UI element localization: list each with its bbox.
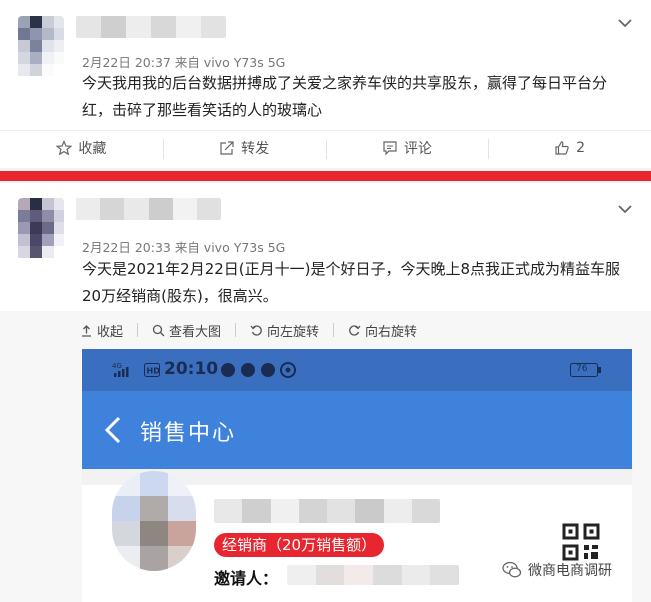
view-large-button[interactable]: 查看大图: [152, 321, 221, 340]
zoom-icon: [152, 324, 165, 336]
rotate-right-label: 向右旋转: [365, 324, 418, 340]
chevron-down-icon[interactable]: [617, 201, 633, 217]
like-count: 2: [576, 140, 586, 156]
collapse-label: 收起: [97, 324, 124, 340]
rotate-left-button[interactable]: 向左旋转: [250, 321, 319, 340]
username-blurred[interactable]: [76, 198, 221, 220]
toolbar-separator: [333, 323, 335, 337]
thumbs-up-icon: [555, 141, 569, 155]
phone-status-bar: 4G HD 20:10 76: [82, 349, 632, 391]
signal-icon: 4G: [112, 362, 129, 377]
watermark-text: 微商电商调研: [528, 563, 612, 579]
rotate-left-label: 向左旋转: [267, 324, 320, 340]
inviter-label: 邀请人：: [214, 569, 279, 588]
comment-icon: [383, 141, 397, 156]
favorite-label: 收藏: [78, 141, 107, 157]
weibo-post: 2月22日 20:33 来自 vivo Y73s 5G 今天是2021年2月22…: [0, 183, 651, 602]
repost-label: 转发: [241, 141, 270, 157]
post-meta: 2月22日 20:37 来自 vivo Y73s 5G: [82, 55, 286, 70]
comment-button[interactable]: 评论: [325, 131, 489, 165]
chevron-down-icon[interactable]: [617, 15, 633, 31]
app-header: 销售中心: [82, 391, 632, 469]
collapse-icon: [82, 324, 91, 337]
favorite-button[interactable]: 收藏: [0, 131, 163, 165]
rotate-right-button[interactable]: 向右旋转: [348, 321, 417, 340]
battery-level: 76: [576, 364, 588, 374]
watermark: 微商电商调研: [502, 560, 612, 580]
comment-label: 评论: [403, 141, 432, 157]
repost-button[interactable]: 转发: [162, 131, 326, 165]
image-toolbar: 收起 查看大图 向左旋转 向右旋转: [0, 311, 651, 349]
collapse-image-button[interactable]: 收起: [80, 321, 123, 340]
post-content: 今天我用我的后台数据拼搏成了关爱之家养车侠的共享股东，赢得了每日平台分红，击碎了…: [82, 74, 608, 119]
profile-card: 经销商（20万销售额） 邀请人：: [82, 471, 632, 602]
rotate-right-icon: [349, 324, 361, 336]
post-meta: 2月22日 20:33 来自 vivo Y73s 5G: [82, 240, 286, 255]
dealer-badge: 经销商（20万销售额）: [214, 533, 385, 557]
rotate-left-icon: [250, 324, 262, 336]
post-divider: [0, 168, 651, 183]
wechat-icon: [502, 561, 522, 578]
hd-icon: HD: [144, 363, 160, 377]
share-icon: [220, 141, 234, 155]
username-blurred[interactable]: [76, 16, 226, 38]
back-arrow-icon[interactable]: [102, 415, 124, 445]
star-icon: [56, 140, 73, 156]
profile-name-blurred: [214, 499, 440, 523]
post-content: 今天是2021年2月22日(正月十一)是个好日子，今天晚上8点我正式成为精益车服…: [82, 260, 621, 305]
like-button[interactable]: 2: [488, 131, 651, 165]
notification-icons: [221, 362, 296, 378]
avatar[interactable]: [18, 198, 64, 260]
toolbar-separator: [235, 323, 237, 337]
inviter-name-blurred: [287, 565, 459, 585]
qr-code-icon[interactable]: [562, 523, 600, 561]
view-large-label: 查看大图: [169, 324, 222, 340]
app-title: 销售中心: [140, 421, 237, 446]
svg-text:HD: HD: [147, 367, 161, 376]
profile-avatar-blurred: [112, 471, 196, 571]
phone-clock: 20:10: [164, 359, 219, 379]
avatar[interactable]: [18, 16, 64, 78]
svg-text:4G: 4G: [112, 362, 122, 370]
post-action-bar: 收藏 转发 评论 2: [0, 130, 651, 165]
toolbar-separator: [137, 323, 139, 337]
weibo-post: 2月22日 20:37 来自 vivo Y73s 5G 今天我用我的后台数据拼搏…: [0, 0, 651, 165]
